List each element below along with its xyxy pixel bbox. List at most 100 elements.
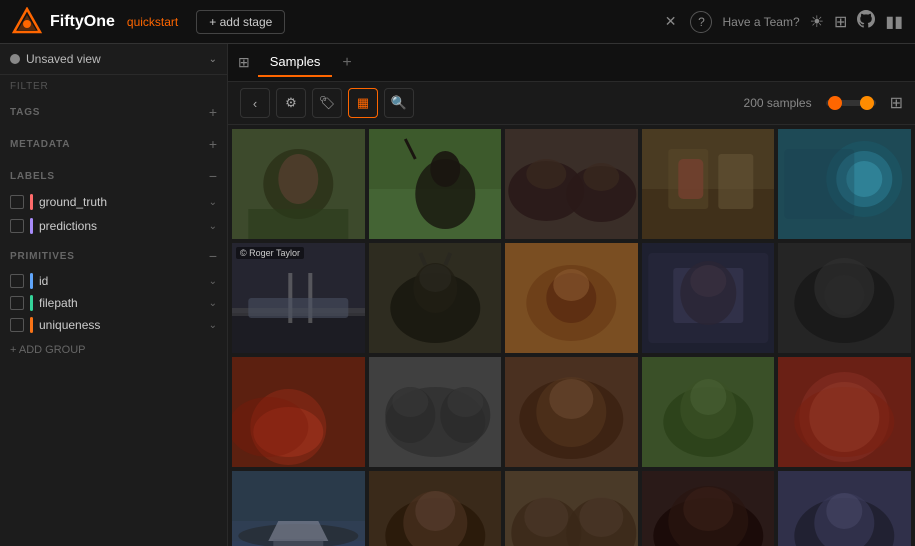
predictions-chevron: ⌄ bbox=[209, 221, 217, 232]
github-icon[interactable] bbox=[857, 10, 875, 33]
tab-add-button[interactable]: + bbox=[336, 54, 357, 72]
ground-truth-checkbox[interactable] bbox=[10, 195, 24, 209]
labels-minus-icon[interactable]: − bbox=[209, 168, 217, 184]
grid-cell-19[interactable] bbox=[642, 471, 775, 546]
grid-icon[interactable]: ⊞ bbox=[834, 12, 847, 32]
id-label: id bbox=[39, 274, 203, 288]
prev-button[interactable]: ‹ bbox=[240, 88, 270, 118]
view-dot bbox=[10, 54, 20, 64]
uniqueness-label: uniqueness bbox=[39, 318, 203, 332]
sidebar: Unsaved view ⌄ FILTER TAGS + METADATA + … bbox=[0, 44, 228, 546]
logo: FiftyOne quickstart bbox=[12, 7, 178, 37]
grid-cell-15[interactable] bbox=[778, 357, 911, 467]
view-selector[interactable]: Unsaved view ⌄ bbox=[0, 44, 227, 75]
label-item-ground-truth[interactable]: ground_truth ⌄ bbox=[0, 190, 227, 214]
sun-icon[interactable]: ☀ bbox=[810, 12, 824, 32]
filepath-checkbox[interactable] bbox=[10, 296, 24, 310]
metadata-section: METADATA + bbox=[0, 126, 227, 158]
ground-truth-label: ground_truth bbox=[39, 195, 203, 209]
primitives-minus-icon[interactable]: − bbox=[209, 248, 217, 264]
grid-cell-8[interactable] bbox=[505, 243, 638, 353]
id-checkbox[interactable] bbox=[10, 274, 24, 288]
uniqueness-chevron: ⌄ bbox=[209, 320, 217, 331]
grid-cell-17[interactable] bbox=[369, 471, 502, 546]
filepath-chevron: ⌄ bbox=[209, 298, 217, 309]
grid-cell-20[interactable] bbox=[778, 471, 911, 546]
grid-cell-9[interactable] bbox=[642, 243, 775, 353]
help-icon[interactable]: ? bbox=[690, 11, 712, 33]
label-item-predictions[interactable]: predictions ⌄ bbox=[0, 214, 227, 238]
filepath-label: filepath bbox=[39, 296, 203, 310]
predictions-label: predictions bbox=[39, 219, 203, 233]
filter-label: FILTER bbox=[0, 75, 227, 94]
grid-cell-18[interactable] bbox=[505, 471, 638, 546]
filepath-color bbox=[30, 295, 33, 311]
tabs-grid-icon: ⊞ bbox=[238, 54, 250, 71]
primitive-filepath[interactable]: filepath ⌄ bbox=[0, 292, 227, 314]
grid-cell-7[interactable] bbox=[369, 243, 502, 353]
tags-section: TAGS + bbox=[0, 94, 227, 126]
slider-thumb-right bbox=[860, 96, 874, 110]
id-color bbox=[30, 273, 33, 289]
primitive-id[interactable]: id ⌄ bbox=[0, 270, 227, 292]
settings-button[interactable]: ⚙ bbox=[276, 88, 306, 118]
uniqueness-color bbox=[30, 317, 33, 333]
grid-cell-5[interactable] bbox=[778, 129, 911, 239]
tags-title: TAGS bbox=[10, 107, 40, 118]
metadata-add-icon[interactable]: + bbox=[209, 136, 217, 152]
view-label: Unsaved view bbox=[26, 52, 203, 66]
grid-row-4 bbox=[232, 471, 911, 546]
tags-header[interactable]: TAGS + bbox=[10, 100, 217, 124]
grid-cell-11[interactable] bbox=[232, 357, 365, 467]
tags-add-icon[interactable]: + bbox=[209, 104, 217, 120]
menu-icon[interactable]: ▮▮ bbox=[885, 12, 903, 32]
labels-title: LABELS bbox=[10, 171, 55, 182]
grid-cell-3[interactable] bbox=[505, 129, 638, 239]
add-group-button[interactable]: + ADD GROUP bbox=[0, 336, 227, 364]
grid-cell-4[interactable] bbox=[642, 129, 775, 239]
grid-row-1 bbox=[232, 129, 911, 239]
grid-cell-10[interactable] bbox=[778, 243, 911, 353]
slider-thumb-left bbox=[828, 96, 842, 110]
ground-truth-chevron: ⌄ bbox=[209, 197, 217, 208]
grid-view-icon[interactable]: ⊞ bbox=[890, 93, 903, 113]
close-icon[interactable]: ✕ bbox=[665, 13, 677, 30]
grid-row-3 bbox=[232, 357, 911, 467]
ground-truth-color bbox=[30, 194, 33, 210]
grid-cell-13[interactable] bbox=[505, 357, 638, 467]
grid-cell-2[interactable] bbox=[369, 129, 502, 239]
add-stage-button[interactable]: + add stage bbox=[196, 10, 285, 34]
main-layout: Unsaved view ⌄ FILTER TAGS + METADATA + … bbox=[0, 44, 915, 546]
grid-cell-1[interactable] bbox=[232, 129, 365, 239]
layout-button[interactable]: ▦ bbox=[348, 88, 378, 118]
grid-cell-16[interactable] bbox=[232, 471, 365, 546]
primitives-header[interactable]: PRIMITIVES − bbox=[10, 244, 217, 268]
predictions-checkbox[interactable] bbox=[10, 219, 24, 233]
grid-cell-12[interactable] bbox=[369, 357, 502, 467]
topbar: FiftyOne quickstart + add stage ✕ ? Have… bbox=[0, 0, 915, 44]
uniqueness-checkbox[interactable] bbox=[10, 318, 24, 332]
labels-header[interactable]: LABELS − bbox=[10, 164, 217, 188]
primitives-section: PRIMITIVES − bbox=[0, 238, 227, 270]
logo-sub: quickstart bbox=[127, 15, 178, 29]
id-chevron: ⌄ bbox=[209, 276, 217, 287]
metadata-header[interactable]: METADATA + bbox=[10, 132, 217, 156]
have-team-label: Have a Team? bbox=[722, 15, 799, 29]
grid-cell-6[interactable]: © Roger Taylor bbox=[232, 243, 365, 353]
grid-cell-14[interactable] bbox=[642, 357, 775, 467]
content-area: ⊞ Samples + ‹ ⚙ 🏷 ▦ 🔍 200 samples bbox=[228, 44, 915, 546]
search-button[interactable]: 🔍 bbox=[384, 88, 414, 118]
primitive-uniqueness[interactable]: uniqueness ⌄ bbox=[0, 314, 227, 336]
tab-samples[interactable]: Samples bbox=[258, 48, 333, 77]
labels-section: LABELS − bbox=[0, 158, 227, 190]
tabs-bar: ⊞ Samples + bbox=[228, 44, 915, 82]
logo-icon bbox=[12, 7, 42, 37]
predictions-color bbox=[30, 218, 33, 234]
view-chevron: ⌄ bbox=[209, 54, 217, 65]
zoom-slider[interactable] bbox=[826, 100, 876, 106]
primitives-title: PRIMITIVES bbox=[10, 251, 75, 262]
image-grid: © Roger Taylor bbox=[228, 125, 915, 546]
logo-text: FiftyOne bbox=[50, 13, 115, 31]
tag-button[interactable]: 🏷 bbox=[312, 88, 342, 118]
topbar-right: Have a Team? ☀ ⊞ ▮▮ bbox=[722, 10, 903, 33]
